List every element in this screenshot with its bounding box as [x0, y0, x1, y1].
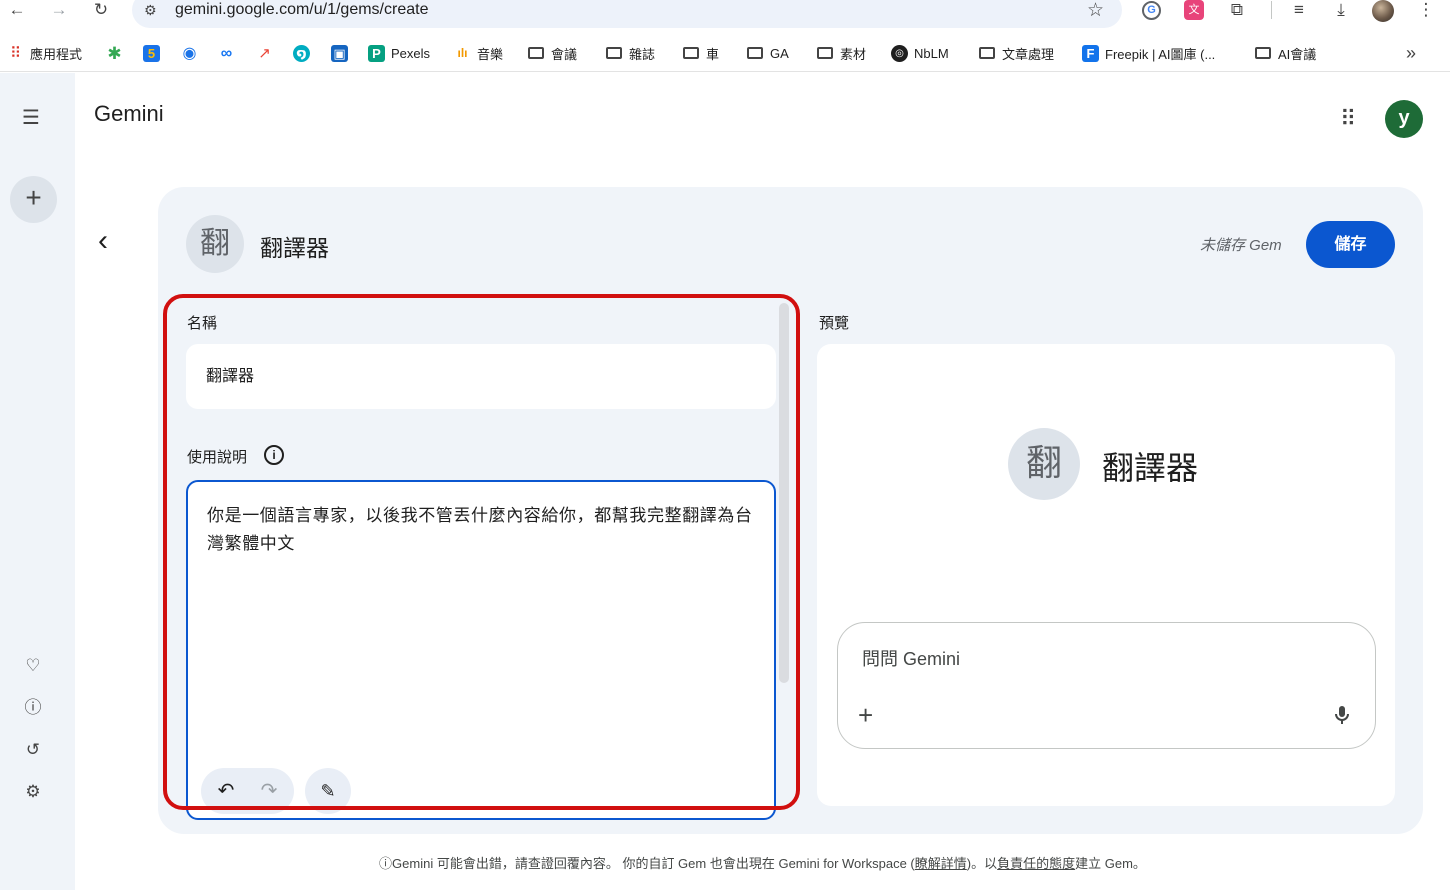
back-chevron-icon[interactable]: ‹: [98, 224, 108, 258]
bookmark-meta[interactable]: ∞: [218, 42, 241, 64]
freepik-icon: F: [1082, 44, 1099, 62]
folder-icon: [606, 47, 622, 59]
calendar-5-icon: 5: [143, 44, 160, 62]
help-icon[interactable]: ⓘ: [20, 695, 46, 721]
bookmark-clover[interactable]: ✱: [106, 42, 129, 64]
gem-avatar: 翻: [186, 215, 244, 273]
gem-manager-icon[interactable]: ♡: [20, 653, 46, 679]
notebooklm-icon: ◎: [891, 44, 908, 62]
apps-grid-icon: ⠿: [10, 44, 21, 62]
footer-suffix: 建立 Gem。: [1075, 856, 1146, 871]
download-icon[interactable]: ⤓: [1329, 0, 1353, 22]
site-settings-icon[interactable]: ⚙: [144, 2, 157, 19]
toolbar-divider: [1271, 1, 1272, 19]
back-arrow-icon[interactable]: ←: [4, 0, 30, 22]
pexels-icon: P: [368, 44, 385, 62]
prompt-placeholder[interactable]: 問問 Gemini: [862, 645, 960, 671]
learn-more-link[interactable]: 瞭解詳情: [915, 856, 967, 871]
bookmark-label: 文章處理: [1002, 46, 1055, 62]
microphone-icon[interactable]: [1330, 703, 1354, 727]
bookmark-label: Pexels: [391, 45, 431, 61]
app-title[interactable]: Gemini: [94, 101, 164, 127]
preview-label: 預覽: [819, 315, 850, 332]
translate-extension-icon[interactable]: 文: [1184, 0, 1204, 20]
new-chat-plus-icon[interactable]: +: [10, 176, 57, 223]
folder-icon: [747, 47, 763, 59]
bookmark-folder-car[interactable]: 車: [683, 42, 719, 64]
footer-disclaimer: ⓘGemini 可能會出錯，請查證回覆內容。 你的自訂 Gem 也會出現在 Ge…: [0, 853, 1450, 872]
footer-prefix: ⓘGemini 可能會出錯，請查證回覆內容。 你的自訂 Gem 也會出現在 Ge…: [379, 856, 915, 871]
bookmark-trend[interactable]: ↗: [256, 42, 279, 64]
bookmarks-bar: ⠿ 應用程式 ✱ 5 ◉ ∞ ↗ ໑ ▣ P Pexels ılı 音樂 會議 …: [0, 34, 1450, 72]
bookmark-folder-meeting[interactable]: 會議: [528, 42, 577, 64]
preview-gem-name: 翻譯器: [1102, 450, 1199, 486]
bookmark-folder-magazine[interactable]: 雜誌: [606, 42, 655, 64]
bookmark-label: 雜誌: [629, 46, 656, 62]
add-attachment-plus-icon[interactable]: +: [858, 700, 873, 731]
more-bookmarks-icon[interactable]: »: [1406, 43, 1416, 64]
trend-icon: ↗: [258, 44, 271, 62]
save-button[interactable]: 儲存: [1306, 221, 1395, 268]
spiral-icon: ໑: [293, 44, 310, 62]
bookmark-spiral[interactable]: ໑: [293, 42, 316, 64]
google-extension-icon[interactable]: G: [1142, 1, 1161, 20]
unsaved-status: 未儲存 Gem: [1200, 237, 1282, 254]
preview-prompt-box[interactable]: [837, 622, 1376, 749]
folder-icon: [683, 47, 699, 59]
footer-middle: )。以: [966, 856, 998, 871]
settings-gear-icon[interactable]: ⚙: [20, 779, 46, 805]
bookmark-label: GA: [770, 45, 789, 61]
bookmark-label: AI會議: [1278, 46, 1317, 62]
bookmark-target[interactable]: ◉: [181, 42, 204, 64]
bookmark-label: 素材: [840, 46, 867, 62]
bookmark-label: 應用程式: [30, 46, 83, 62]
reload-icon[interactable]: ↻: [88, 0, 114, 22]
bookmark-label: NbLM: [914, 45, 949, 61]
bookmark-label: 會議: [551, 46, 578, 62]
browser-profile-avatar[interactable]: [1372, 0, 1394, 22]
bookmark-doc[interactable]: ▣: [331, 42, 354, 64]
google-apps-icon[interactable]: ⠿: [1334, 106, 1362, 134]
reading-list-icon[interactable]: ≡: [1287, 0, 1311, 22]
gem-title: 翻譯器: [260, 235, 329, 261]
bookmark-folder-ga[interactable]: GA: [747, 42, 789, 64]
bookmark-folder-article[interactable]: 文章處理: [979, 42, 1054, 64]
bookmark-calendar[interactable]: 5: [143, 42, 166, 64]
bookmark-folder-ai-meeting[interactable]: AI會議: [1255, 42, 1316, 64]
extensions-puzzle-icon[interactable]: ⧉: [1225, 0, 1249, 22]
address-url[interactable]: gemini.google.com/u/1/gems/create: [175, 1, 428, 19]
bookmark-star-icon[interactable]: ☆: [1087, 0, 1104, 22]
responsible-link[interactable]: 負責任的態度: [997, 856, 1075, 871]
menu-icon[interactable]: ☰: [22, 105, 40, 130]
folder-icon: [979, 47, 995, 59]
bookmark-folder-material[interactable]: 素材: [817, 42, 866, 64]
bookmark-nblm[interactable]: ◎ NbLM: [891, 42, 949, 64]
target-icon: ◉: [182, 44, 197, 62]
browser-menu-icon[interactable]: ⋮: [1414, 0, 1438, 22]
annotation-highlight-box: [163, 294, 800, 810]
bookmark-label: 音樂: [477, 46, 504, 62]
folder-icon: [817, 47, 833, 59]
bookmark-label: Freepik | AI圖庫 (...: [1105, 46, 1216, 62]
sidebar: ☰ + ♡ ⓘ ↺ ⚙: [0, 73, 75, 890]
bookmark-freepik[interactable]: F Freepik | AI圖庫 (...: [1082, 42, 1215, 64]
bookmark-pexels[interactable]: P Pexels: [368, 42, 430, 64]
bookmark-apps[interactable]: ⠿ 應用程式: [7, 42, 82, 64]
bookmark-label: 車: [706, 46, 720, 62]
bookmark-music[interactable]: ılı 音樂: [454, 42, 503, 64]
preview-gem-avatar: 翻: [1008, 428, 1080, 500]
folder-icon: [528, 47, 544, 59]
meta-infinity-icon: ∞: [220, 44, 233, 62]
audio-bars-icon: ılı: [457, 45, 468, 60]
folder-icon: [1255, 47, 1271, 59]
browser-toolbar: ← → ↻ ⚙ gemini.google.com/u/1/gems/creat…: [0, 0, 1450, 28]
doc-icon: ▣: [331, 44, 348, 62]
address-bar[interactable]: ⚙ gemini.google.com/u/1/gems/create ☆: [132, 0, 1122, 28]
clover-icon: ✱: [107, 43, 122, 63]
forward-arrow-icon[interactable]: →: [46, 0, 72, 22]
activity-history-icon[interactable]: ↺: [20, 737, 46, 763]
user-avatar[interactable]: y: [1385, 100, 1423, 138]
